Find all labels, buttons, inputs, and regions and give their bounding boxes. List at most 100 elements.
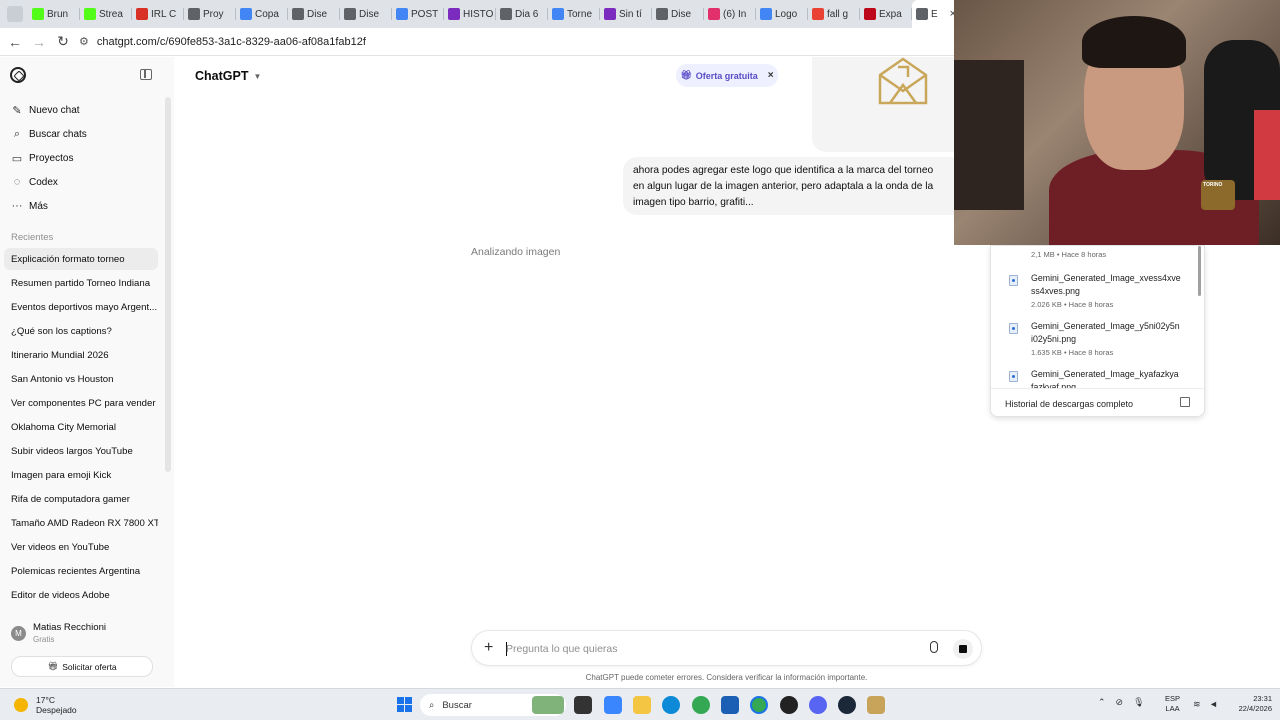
browser-tab[interactable]: Logo: [756, 0, 808, 28]
tab-label: Dise: [671, 8, 692, 20]
downloads-scrollbar[interactable]: [1198, 246, 1201, 296]
sidebar-recent-chat[interactable]: Editor de videos Adobe: [4, 584, 158, 606]
task-view-icon[interactable]: [574, 696, 592, 714]
back-button[interactable]: ←: [3, 30, 27, 54]
windows-start-icon[interactable]: [397, 697, 412, 712]
sidebar-item-new-chat[interactable]: ✎ Nuevo chat: [11, 102, 79, 118]
browser-tab[interactable]: Dise: [652, 0, 704, 28]
browser-tab[interactable]: POST: [392, 0, 444, 28]
browser-tab[interactable]: Expa: [860, 0, 912, 28]
request-offer-button[interactable]: 🎁︎ Solicitar oferta: [11, 656, 153, 677]
steam-icon[interactable]: [838, 696, 856, 714]
tab-label: Proy: [203, 8, 224, 20]
sidebar: ✎ Nuevo chat ⌕ Buscar chats ▭ Proyectos …: [0, 57, 174, 687]
sidebar-item-search[interactable]: ⌕ Buscar chats: [11, 126, 87, 142]
browser-tab[interactable]: Sin tí: [600, 0, 652, 28]
tournament-logo-image: [878, 57, 928, 105]
teams-icon[interactable]: [604, 696, 622, 714]
chrome-icon[interactable]: [692, 696, 710, 714]
omnibox[interactable]: ⚙ chatgpt.com/c/690fe853-3a1c-8329-aa06-…: [79, 35, 366, 49]
browser-tab[interactable]: Copa: [236, 0, 288, 28]
tab-label: Dia 6: [515, 8, 539, 20]
file-explorer-icon[interactable]: [633, 696, 651, 714]
forward-button[interactable]: →: [27, 30, 51, 54]
volume-icon[interactable]: ◄: [1209, 699, 1218, 709]
clock[interactable]: 23:31 22/4/2026: [1228, 694, 1272, 714]
copilot-icon: [240, 8, 252, 20]
sidebar-scrollbar[interactable]: [165, 97, 171, 472]
prompt-input[interactable]: [506, 640, 906, 658]
free-offer-label: Oferta gratuita: [695, 70, 758, 81]
sidebar-item-codex[interactable]: ◌ Codex: [11, 174, 58, 190]
microphone-icon[interactable]: 🎙︎: [1133, 697, 1144, 708]
store-icon[interactable]: [721, 696, 739, 714]
reload-button[interactable]: ↻: [51, 30, 75, 54]
obs-icon[interactable]: [780, 696, 798, 714]
tab-label: fall g: [827, 8, 849, 20]
download-item[interactable]: Gemini_Generated_Image_y5ni02y5ni02y5ni.…: [1009, 320, 1189, 364]
browser-tab[interactable]: Dise: [340, 0, 392, 28]
close-icon[interactable]: ×: [768, 70, 774, 81]
sidebar-recent-chat[interactable]: Imagen para emoji Kick: [4, 464, 158, 486]
irl-icon: [136, 8, 148, 20]
browser-tab[interactable]: fall g: [808, 0, 860, 28]
full-download-history-link[interactable]: Historial de descargas completo: [991, 388, 1204, 416]
wifi-icon[interactable]: ≋: [1193, 699, 1201, 710]
browser-tab[interactable]: (6) In: [704, 0, 756, 28]
sidebar-recent-chat[interactable]: ¿Qué son los captions?: [4, 320, 158, 342]
tab-actions-icon[interactable]: [7, 6, 23, 22]
sidebar-item-more[interactable]: ··· Más: [11, 198, 48, 214]
browser-tab[interactable]: Strea: [80, 0, 132, 28]
sidebar-recent-chat[interactable]: Eventos deportivos mayo Argent...: [4, 296, 158, 318]
browser-tab[interactable]: Brun: [28, 0, 80, 28]
browser-tab[interactable]: Torne: [548, 0, 600, 28]
gemini-icon: [760, 8, 772, 20]
chevron-up-icon[interactable]: ⌃: [1098, 697, 1106, 708]
sidebar-recent-chat[interactable]: Tamaño AMD Radeon RX 7800 XT: [4, 512, 158, 534]
sidebar-recent-chat[interactable]: Polemicas recientes Argentina: [4, 560, 158, 582]
microphone-icon[interactable]: [930, 641, 938, 653]
edge-icon[interactable]: [662, 696, 680, 714]
league-icon[interactable]: [867, 696, 885, 714]
url-text[interactable]: chatgpt.com/c/690fe853-3a1c-8329-aa06-af…: [97, 36, 366, 48]
sidebar-recent-chat[interactable]: Resumen partido Torneo Indiana: [4, 272, 158, 294]
sidebar-recent-chat[interactable]: Oklahoma City Memorial: [4, 416, 158, 438]
free-offer-pill[interactable]: 🎁︎ Oferta gratuita ×: [676, 64, 778, 87]
language-indicator[interactable]: ESP LAA: [1165, 694, 1180, 714]
download-item[interactable]: Gemini_Generated_Image_kyafazkyafazkyaf.…: [1009, 368, 1189, 392]
collapse-sidebar-icon[interactable]: [140, 69, 152, 80]
sidebar-recent-chat[interactable]: Rifa de computadora gamer: [4, 488, 158, 510]
user-profile[interactable]: M Matias Recchioni Gratis: [11, 622, 106, 644]
discord-icon[interactable]: [809, 696, 827, 714]
browser-tab[interactable]: E ×: [912, 0, 960, 28]
browser-tab[interactable]: Proy: [184, 0, 236, 28]
plus-icon[interactable]: +: [484, 639, 493, 657]
kick-icon: [32, 8, 44, 20]
download-filename: Gemini_Generated_Image_y5ni02y5ni02y5ni.…: [1031, 321, 1180, 344]
sidebar-item-projects[interactable]: ▭ Proyectos: [11, 150, 74, 166]
chatgpt-icon: [500, 8, 512, 20]
sidebar-recent-chat[interactable]: Explicación formato torneo: [4, 248, 158, 270]
browser-tab[interactable]: HISTO: [444, 0, 496, 28]
taskbar-search-label: Buscar: [442, 699, 472, 711]
browser-tab[interactable]: Dise: [288, 0, 340, 28]
sidebar-recent-chat[interactable]: Ver videos en YouTube: [4, 536, 158, 558]
tab-label: Dise: [359, 8, 380, 20]
weather-widget[interactable]: 17°C Despejado: [14, 695, 77, 715]
sidebar-recent-chat[interactable]: Itinerario Mundial 2026: [4, 344, 158, 366]
openai-logo-icon[interactable]: [10, 67, 26, 83]
stop-generation-button[interactable]: [953, 639, 973, 659]
site-info-icon[interactable]: ⚙: [79, 35, 89, 48]
keyboard-layout: LAA: [1165, 704, 1180, 713]
sidebar-recent-chat[interactable]: San Antonio vs Houston: [4, 368, 158, 390]
network-off-icon[interactable]: ⊘: [1116, 697, 1124, 708]
browser-tab[interactable]: IRL C: [132, 0, 184, 28]
chatgpt-icon: [292, 8, 304, 20]
sidebar-recent-chat[interactable]: Subir videos largos YouTube: [4, 440, 158, 462]
browser-tab[interactable]: Dia 6: [496, 0, 548, 28]
chrome-profile-icon[interactable]: [750, 696, 768, 714]
download-item[interactable]: Gemini_Generated_Image_xvess4xvess4xves.…: [1009, 272, 1189, 316]
more-icon: ···: [11, 200, 23, 212]
model-selector[interactable]: ChatGPT ▼: [195, 69, 261, 83]
sidebar-recent-chat[interactable]: Ver componentes PC para vender: [4, 392, 158, 414]
